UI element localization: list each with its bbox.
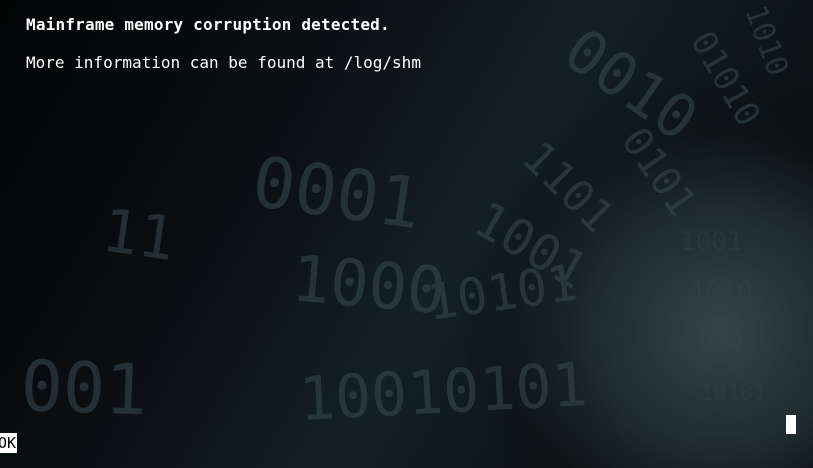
svg-text:1001: 1001 xyxy=(680,227,743,257)
svg-text:0010: 0010 xyxy=(551,15,710,155)
svg-text:1001: 1001 xyxy=(464,190,597,300)
terminal-screen: 0001 1001 0010 0101 1000 10101 001 10010… xyxy=(0,0,813,468)
svg-text:01010: 01010 xyxy=(682,25,768,134)
svg-text:1010: 1010 xyxy=(737,1,795,81)
svg-text:10101: 10101 xyxy=(424,253,581,331)
svg-text:001: 001 xyxy=(19,345,148,431)
ok-button[interactable]: OK xyxy=(0,433,18,453)
svg-text:1101: 1101 xyxy=(512,132,623,243)
text-cursor-icon xyxy=(786,415,796,434)
svg-text:11: 11 xyxy=(98,196,179,275)
svg-text:10101: 10101 xyxy=(700,381,766,406)
svg-text:1010: 1010 xyxy=(690,277,753,307)
ok-button-label: OK xyxy=(0,434,17,452)
error-info-text: More information can be found at /log/sh… xyxy=(26,53,421,72)
svg-text:0101: 0101 xyxy=(700,328,758,356)
svg-text:0001: 0001 xyxy=(248,141,426,246)
svg-text:1000: 1000 xyxy=(289,242,449,329)
svg-text:10010101: 10010101 xyxy=(297,350,589,435)
error-title: Mainframe memory corruption detected. xyxy=(26,15,390,34)
svg-text:0101: 0101 xyxy=(612,119,705,224)
